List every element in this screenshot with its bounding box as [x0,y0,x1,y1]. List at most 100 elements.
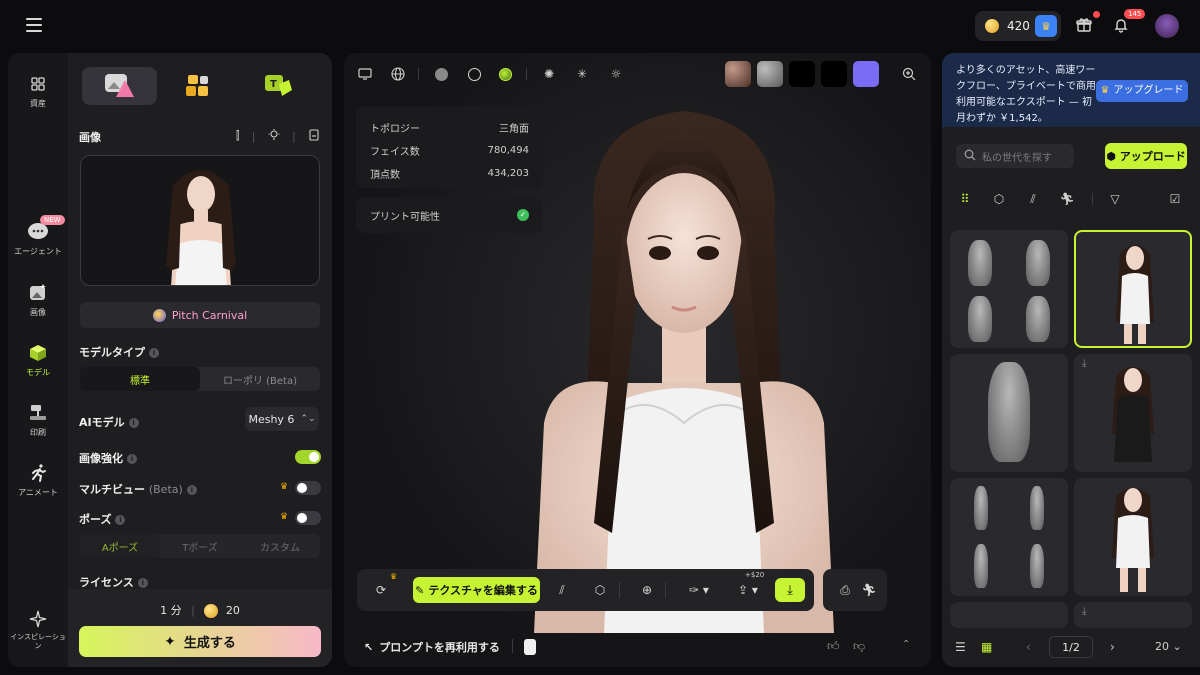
split-icon[interactable]: ⫿ [236,129,240,143]
texture-swatch-1[interactable] [725,61,751,87]
monitor-icon[interactable] [356,65,374,83]
animate-icon[interactable]: 🏃︎ [860,582,878,598]
ai-model-select[interactable]: Meshy 6 ⌃⌄ [245,407,319,431]
history-card[interactable] [950,230,1068,348]
nav-assets[interactable]: 資産 [8,73,68,109]
nav-print[interactable]: 印刷 [8,402,68,438]
page-size-select[interactable]: 20 ⌄ [1155,640,1182,653]
printability-status[interactable]: プリント可能性 ✓ [356,197,543,233]
print-tool-icon[interactable]: ⎙ [836,582,854,598]
avatar[interactable] [1155,14,1179,38]
style-dropdown-icon[interactable]: ✑ ▾ [684,582,714,598]
history-card[interactable] [950,478,1068,596]
nav-agent-label: エージェント [14,247,62,256]
3d-viewport[interactable]: ✺ ✳ ☼ トポロジー 三角面 フェイス数 780,494 頂点数 434,203 [344,53,931,667]
history-card[interactable]: ⤓ [1074,602,1192,628]
info-icon[interactable]: i [149,348,159,358]
light-icon[interactable]: ✺ [540,65,558,83]
history-card[interactable]: ⤓ [1074,354,1192,472]
texture-swatch-2[interactable] [757,61,783,87]
info-icon[interactable]: i [137,578,148,588]
history-card[interactable] [950,602,1068,628]
nav-inspiration[interactable]: インスピレーション [8,608,68,651]
multiview-toggle[interactable] [295,481,321,495]
textured-sphere-icon[interactable] [496,65,514,83]
pose-toggle[interactable] [295,511,321,525]
edit-texture-button[interactable]: ✎ テクスチャを編集する [413,577,540,603]
thumbs-up-icon[interactable]: 👍︎ [827,639,840,654]
all-grid-icon[interactable]: ⠿ [956,190,974,208]
menu-icon[interactable] [26,18,42,32]
cube-outline-icon[interactable]: ⬡ [591,582,609,598]
input-image-preview[interactable] [80,155,320,286]
pose-a[interactable]: Aポーズ [80,534,160,558]
gift-icon[interactable] [1073,14,1095,36]
credits-display[interactable]: 420 ♛ [975,11,1061,41]
history-card[interactable] [950,354,1068,472]
wire-sphere-icon[interactable] [465,65,483,83]
prev-page-icon[interactable]: ‹ [1026,640,1031,654]
info-icon[interactable]: i [128,418,139,428]
page-indicator[interactable]: 1/2 [1049,636,1093,658]
next-page-icon[interactable]: › [1110,640,1115,654]
generate-button[interactable]: ✦ 生成する [79,626,321,657]
model-type-lowpoly[interactable]: ローポリ (Beta) [200,367,320,391]
filter-icon[interactable]: ▽ [1106,190,1124,208]
document-icon[interactable] [308,128,320,144]
zoom-icon[interactable] [900,65,918,83]
remesh-icon[interactable]: ⫽ [553,582,571,598]
search-input[interactable]: 私の世代を探す [956,144,1074,168]
rig-icon[interactable]: ⊕ [638,582,656,598]
nav-model[interactable]: モデル [8,342,68,378]
upgrade-button[interactable]: ♛ アップグレード [1096,80,1188,102]
nav-animate-label: アニメート [18,488,58,497]
nav-agent[interactable]: NEW エージェント [8,215,68,257]
upload-button[interactable]: ⬢ アップロード [1105,143,1187,169]
solid-sphere-icon[interactable] [432,65,450,83]
thumbs-down-icon[interactable]: 👎︎ [853,639,865,654]
texture-icon[interactable]: ⫽ [1024,190,1042,208]
light-burst-icon[interactable]: ✳ [573,65,591,83]
animation-icon[interactable]: 🏃︎ [1058,190,1076,208]
download-icon[interactable]: ⤓ [1082,358,1086,369]
download-button[interactable]: ⤓ [775,578,805,602]
list-view-icon[interactable]: ☰ [955,640,966,654]
select-checkbox-icon[interactable]: ☑ [1166,190,1184,208]
info-icon[interactable]: i [115,515,126,525]
history-card-selected[interactable] [1074,230,1192,348]
multiview-beta: (Beta) [148,483,183,496]
image-to-3d-icon [104,74,134,97]
lightbulb-icon[interactable] [268,128,280,144]
tab-multi-image[interactable] [161,67,236,105]
reuse-prompt-link[interactable]: ↖ プロンプトを再利用する [364,639,500,655]
tab-image-to-3d[interactable] [82,67,158,105]
tab-text-to-3d[interactable]: T [241,67,316,105]
globe-icon[interactable] [389,65,407,83]
history-card[interactable] [1074,478,1192,596]
info-icon[interactable]: i [127,454,137,464]
download-icon[interactable]: ⤓ [1082,606,1086,617]
grid-view-icon[interactable]: ▦ [981,640,992,654]
expand-icon[interactable]: ⌃ [902,639,910,650]
sun-icon[interactable]: ☼ [607,65,625,83]
pose-t[interactable]: Tポーズ [160,534,240,558]
texture-swatch-5[interactable] [853,61,879,87]
pose-custom[interactable]: カスタム [240,534,320,558]
refresh-icon[interactable]: ⟳ [372,582,390,598]
enhance-toggle[interactable] [295,450,321,464]
printability-label: プリント可能性 [370,211,440,223]
pitch-carnival-button[interactable]: Pitch Carnival [80,302,320,328]
cube-outline-icon[interactable]: ⬡ [990,190,1008,208]
info-icon[interactable]: i [186,485,197,495]
crown-icon[interactable]: ♛ [1035,15,1057,37]
texture-swatch-4[interactable] [821,61,847,87]
model-type-standard[interactable]: 標準 [80,367,200,391]
nav-image[interactable]: 画像 [8,282,68,318]
mode-tabs: T [82,67,320,107]
texture-swatch-3[interactable] [789,61,815,87]
source-image-thumb[interactable] [524,639,536,655]
export-dropdown-icon[interactable]: ⇪ ▾ [733,582,763,598]
nav-animate[interactable]: アニメート [8,462,68,498]
generation-panel: T 画像 ⫿ | | Pitch Carnival モデルタイプ i 標準 ローポ… [68,53,332,667]
nav-model-label: モデル [26,368,50,377]
